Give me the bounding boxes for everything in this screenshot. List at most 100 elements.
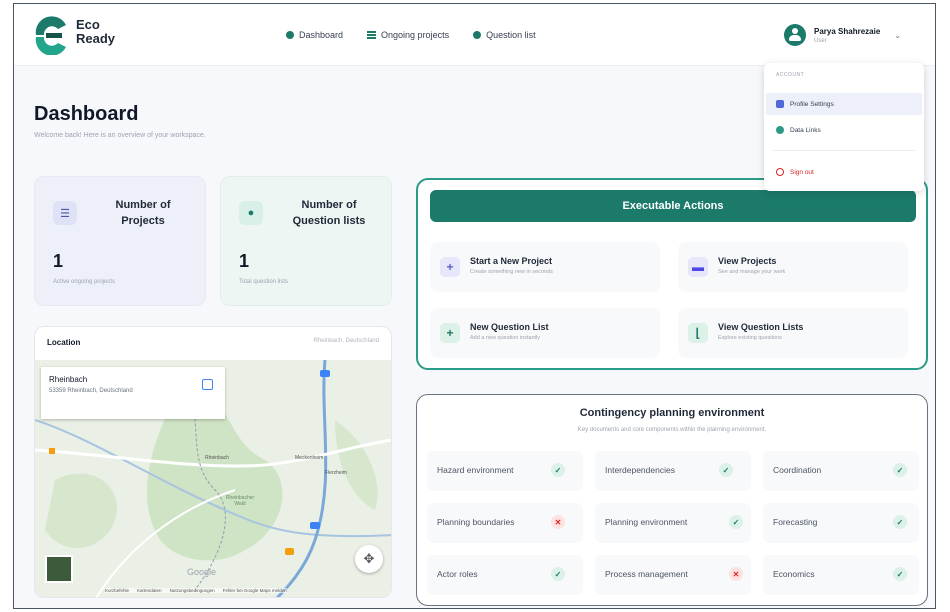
new-question-list-button[interactable]: + New Question List Add a new question i… bbox=[430, 308, 660, 358]
stat-note: Total question lists bbox=[239, 279, 289, 285]
user-role: User bbox=[814, 37, 827, 44]
menu-item-label: Sign out bbox=[790, 168, 814, 176]
share-icon bbox=[776, 126, 784, 134]
user-menu-trigger[interactable]: Parya Shahrezaie User ⌄ bbox=[784, 24, 901, 46]
env-item-planning-environment[interactable]: Planning environment ✓ bbox=[595, 503, 751, 543]
view-projects-button[interactable]: ▬ View Projects See and manage your work bbox=[678, 242, 908, 292]
check-icon: ✓ bbox=[893, 515, 907, 529]
popup-place-name: Rheinbach bbox=[49, 375, 88, 384]
dashboard-dot-icon bbox=[286, 31, 294, 39]
list-icon bbox=[367, 31, 377, 39]
env-item-economics[interactable]: Economics ✓ bbox=[763, 555, 919, 595]
env-item-label: Process management bbox=[605, 569, 688, 579]
action-title: View Projects bbox=[718, 256, 777, 266]
main-nav: Dashboard Ongoing projects Question list bbox=[286, 30, 536, 40]
check-icon: ✓ bbox=[729, 515, 743, 529]
nav-dashboard[interactable]: Dashboard bbox=[286, 30, 343, 40]
attribution-link[interactable]: Nutzungsbedingungen bbox=[170, 588, 215, 593]
stat-note: Active ongoing projects bbox=[53, 279, 116, 285]
map-place-label: Meckenheim bbox=[295, 455, 324, 461]
nav-question-list-label: Question list bbox=[486, 30, 536, 40]
nav-question-list[interactable]: Question list bbox=[473, 30, 536, 40]
folder-icon: ▬ bbox=[688, 257, 708, 277]
user-dropdown-menu: ACCOUNT Profile Settings Data Links Sign… bbox=[764, 63, 924, 191]
map-place-label: Flerzheim bbox=[325, 470, 347, 476]
satellite-toggle[interactable] bbox=[45, 555, 73, 583]
contingency-planning-card: Contingency planning environment Key doc… bbox=[416, 394, 928, 606]
check-icon: ✓ bbox=[893, 567, 907, 581]
check-icon: ✓ bbox=[551, 567, 565, 581]
open-in-maps-icon[interactable] bbox=[202, 379, 213, 390]
view-question-lists-button[interactable]: ⌊ View Question Lists Explore existing q… bbox=[678, 308, 908, 358]
env-item-label: Economics bbox=[773, 569, 815, 579]
env-item-label: Forecasting bbox=[773, 517, 818, 527]
executable-actions-header: Executable Actions bbox=[430, 190, 916, 222]
stat-card-question-lists: ● Number of Question lists 1 Total quest… bbox=[220, 176, 392, 306]
env-item-label: Planning boundaries bbox=[437, 517, 515, 527]
cross-icon: ✕ bbox=[551, 515, 565, 529]
stat-title: Number of Projects bbox=[115, 199, 171, 227]
location-label: Rheinbach, Deutschland bbox=[313, 338, 379, 344]
map-pan-control[interactable]: ✥ bbox=[355, 545, 383, 573]
menu-item-data-links[interactable]: Data Links bbox=[766, 119, 922, 141]
attribution-link[interactable]: Kartendaten bbox=[137, 588, 162, 593]
top-navigation-bar: Eco Ready Dashboard Ongoing projects Que… bbox=[14, 4, 935, 66]
attribution-link[interactable]: Kurzbefehle bbox=[105, 588, 129, 593]
env-item-coordination[interactable]: Coordination ✓ bbox=[763, 451, 919, 491]
map-place-popup: Rheinbach 53359 Rheinbach, Deutschland bbox=[41, 367, 225, 419]
map-place-label: Rheinbach bbox=[205, 455, 229, 461]
logo-line-1: Eco bbox=[76, 17, 100, 32]
popup-place-address: 53359 Rheinbach, Deutschland bbox=[49, 388, 133, 394]
chevron-down-icon: ⌄ bbox=[894, 30, 901, 40]
action-title: Start a New Project bbox=[470, 256, 553, 266]
check-icon: ✓ bbox=[893, 463, 907, 477]
env-item-process-management[interactable]: Process management ✕ bbox=[595, 555, 751, 595]
nav-ongoing-projects-label: Ongoing projects bbox=[381, 30, 450, 40]
menu-item-profile-settings[interactable]: Profile Settings bbox=[766, 93, 922, 115]
menu-section-label: ACCOUNT bbox=[776, 72, 805, 78]
action-title: New Question List bbox=[470, 322, 549, 332]
pin-icon: ● bbox=[239, 201, 263, 225]
attribution-link[interactable]: Fehler bei Google Maps melden bbox=[223, 588, 287, 593]
map-place-label: Rheinbacher Wald bbox=[225, 495, 255, 507]
plus-icon: + bbox=[440, 257, 460, 277]
nav-dashboard-label: Dashboard bbox=[299, 30, 344, 40]
user-info: Parya Shahrezaie User bbox=[814, 27, 880, 44]
env-item-interdependencies[interactable]: Interdependencies ✓ bbox=[595, 451, 751, 491]
stat-value: 1 bbox=[239, 251, 250, 271]
stat-title: Number of Question lists bbox=[292, 199, 366, 227]
user-name: Parya Shahrezaie bbox=[814, 26, 881, 36]
plus-icon: + bbox=[440, 323, 460, 343]
env-item-label: Actor roles bbox=[437, 569, 478, 579]
location-card-header: Location Rheinbach, Deutschland bbox=[35, 327, 391, 359]
env-item-forecasting[interactable]: Forecasting ✓ bbox=[763, 503, 919, 543]
check-icon: ✓ bbox=[719, 463, 733, 477]
action-subtitle: Add a new question instantly bbox=[470, 335, 541, 341]
env-item-label: Planning environment bbox=[605, 517, 688, 527]
start-new-project-button[interactable]: + Start a New Project Create something n… bbox=[430, 242, 660, 292]
location-card: Location Rheinbach, Deutschland Rheinbac… bbox=[34, 326, 392, 598]
action-title: View Question Lists bbox=[718, 322, 804, 332]
check-icon: ✓ bbox=[551, 463, 565, 477]
env-item-planning-boundaries[interactable]: Planning boundaries ✕ bbox=[427, 503, 583, 543]
list-icon: ☰ bbox=[53, 201, 77, 225]
user-icon bbox=[776, 100, 784, 108]
location-title: Location bbox=[47, 338, 81, 347]
env-item-label: Coordination bbox=[773, 465, 822, 475]
executable-actions-card: Executable Actions + Start a New Project… bbox=[416, 178, 928, 370]
eco-ready-logo[interactable] bbox=[32, 15, 72, 55]
logo-line-2: Ready bbox=[76, 31, 116, 46]
chart-icon: ⌊ bbox=[688, 323, 708, 343]
map-view[interactable]: Rheinbach Meckenheim Flerzheim Rheinbach… bbox=[35, 360, 391, 597]
action-subtitle: Explore existing questions bbox=[718, 335, 782, 341]
cross-icon: ✕ bbox=[729, 567, 743, 581]
menu-divider bbox=[772, 150, 916, 151]
logo-text: Eco Ready bbox=[76, 18, 115, 46]
contingency-title: Contingency planning environment bbox=[579, 407, 765, 419]
google-logo: Google bbox=[187, 567, 217, 577]
menu-item-label: Profile Settings bbox=[790, 100, 834, 108]
menu-item-sign-out[interactable]: Sign out bbox=[766, 161, 922, 183]
env-item-hazard-environment[interactable]: Hazard environment ✓ bbox=[427, 451, 583, 491]
nav-ongoing-projects[interactable]: Ongoing projects bbox=[367, 30, 449, 40]
env-item-actor-roles[interactable]: Actor roles ✓ bbox=[427, 555, 583, 595]
